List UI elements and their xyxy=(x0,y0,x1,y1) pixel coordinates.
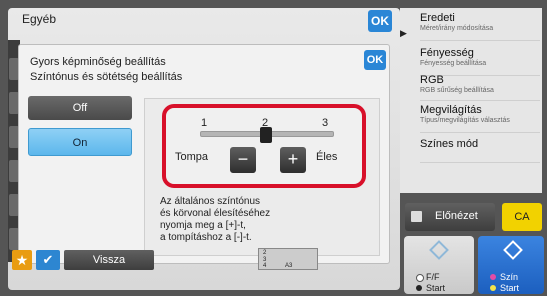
instruction-line: Az általános színtónus xyxy=(160,196,261,207)
preview-button[interactable]: Előnézet xyxy=(405,203,495,231)
menu-item-rgb[interactable]: RGB RGB sűrűség beállítása xyxy=(420,74,540,101)
color-start-line2: Start xyxy=(500,283,520,293)
bw-start-line1: F/F xyxy=(426,272,440,282)
color-dot-icon xyxy=(490,274,496,280)
paper-size-label: A3 xyxy=(285,263,293,269)
menu-item-illumination[interactable]: Megvilágítás Típus/megvilágítás választá… xyxy=(420,104,540,133)
back-button[interactable]: Vissza xyxy=(64,250,154,270)
dialog-subtitle: Színtónus és sötétség beállítás xyxy=(30,71,183,83)
clear-all-button[interactable]: CA xyxy=(502,203,542,231)
menu-item-brightness[interactable]: Fényesség Fényesség beállítása xyxy=(420,47,540,76)
menu-item-subtitle: RGB sűrűség beállítása xyxy=(420,87,494,94)
soft-label: Tompa xyxy=(175,151,209,163)
menu-item-title: Színes mód xyxy=(420,138,479,150)
radio-dot-icon xyxy=(416,285,422,291)
menu-item-title: Eredeti xyxy=(420,12,455,24)
radio-dot-icon xyxy=(416,274,424,282)
menu-item-title: RGB xyxy=(420,74,444,86)
menu-item-original[interactable]: Eredeti Méret/irány módosítása xyxy=(420,12,540,41)
play-arrow-icon: ▶ xyxy=(400,28,407,38)
off-option-button[interactable]: Off xyxy=(28,96,132,120)
menu-item-subtitle: Típus/megvilágítás választás xyxy=(420,117,510,124)
slider-tick-label: 1 xyxy=(201,117,208,129)
color-start-button[interactable]: Szín Start xyxy=(478,236,544,294)
instruction-line: nyomja meg a [+]-t, xyxy=(160,220,246,231)
page-indicator-line: 4 xyxy=(263,263,267,269)
menu-item-subtitle: Méret/irány módosítása xyxy=(420,25,494,32)
preview-label: Előnézet xyxy=(435,210,478,222)
menu-item-title: Fényesség xyxy=(420,47,474,59)
start-diamond-icon xyxy=(503,240,523,260)
bw-start-button[interactable]: F/F Start xyxy=(404,236,474,294)
menu-item-color-mode[interactable]: Színes mód xyxy=(420,138,540,163)
menu-item-subtitle: Fényesség beállítása xyxy=(420,60,487,67)
dialog-ok-button[interactable]: OK xyxy=(364,50,386,70)
slider-tick-label: 3 xyxy=(322,117,329,129)
page-indicator: 2 3 4 A3 xyxy=(258,248,318,270)
sharpness-slider-handle[interactable] xyxy=(260,127,272,143)
color-dot-icon xyxy=(490,285,496,291)
instruction-line: a tompításhoz a [-]-t. xyxy=(160,232,252,243)
dialog-title: Gyors képminőség beállítás xyxy=(30,56,166,68)
background-ok-button[interactable]: OK xyxy=(368,10,392,32)
check-icon[interactable]: ✔ xyxy=(36,250,60,270)
color-start-line1: Szín xyxy=(500,272,519,282)
page-indicator-line: 2 xyxy=(263,250,267,256)
on-option-button[interactable]: On xyxy=(28,128,132,156)
preview-icon xyxy=(411,211,422,222)
instruction-text: Az általános színtónus és körvonal élesí… xyxy=(160,196,370,244)
bw-start-line2: Start xyxy=(426,283,446,293)
background-window-title: Egyéb xyxy=(22,12,57,26)
menu-item-title: Megvilágítás xyxy=(420,104,482,116)
instruction-line: és körvonal élesítéséhez xyxy=(160,208,271,219)
decrease-button[interactable]: − xyxy=(230,147,256,173)
start-diamond-icon xyxy=(429,240,449,260)
increase-button[interactable]: + xyxy=(280,147,306,173)
sharp-label: Éles xyxy=(316,151,338,163)
favorite-star-icon[interactable]: ★ xyxy=(12,250,32,270)
